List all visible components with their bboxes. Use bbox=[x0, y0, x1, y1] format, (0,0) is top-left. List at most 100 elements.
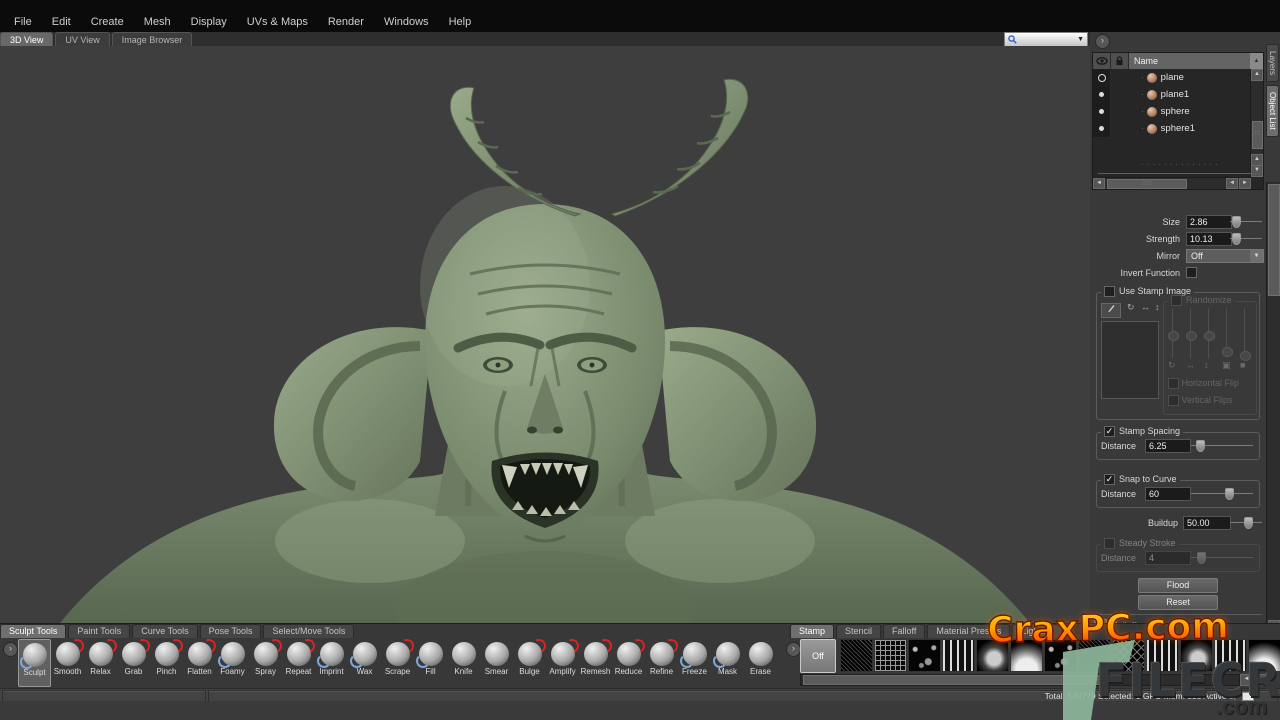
size-input[interactable]: 2.86 bbox=[1186, 215, 1232, 229]
tray-expand-button[interactable]: › bbox=[3, 642, 18, 657]
panel-expand-button[interactable]: › bbox=[1095, 34, 1110, 49]
stamp-off-button[interactable]: Off bbox=[800, 639, 836, 673]
object-list-vertical-scrollbar[interactable]: ▲ ∷ ▲ ▼ bbox=[1250, 69, 1263, 177]
strength-slider[interactable] bbox=[1230, 232, 1262, 244]
tool-repeat[interactable]: Repeat bbox=[282, 639, 315, 687]
stamp-expand-button[interactable]: › bbox=[786, 642, 801, 657]
tab-uv-view[interactable]: UV View bbox=[55, 32, 109, 47]
object-row-plane[interactable]: ·plane bbox=[1093, 69, 1263, 86]
stamp-thumbnail-box[interactable] bbox=[1101, 321, 1159, 399]
tool-scrape[interactable]: Scrape bbox=[381, 639, 414, 687]
tool-wax[interactable]: Wax bbox=[348, 639, 381, 687]
stamp-spacing-slider[interactable] bbox=[1191, 439, 1253, 451]
panel-grip[interactable]: · · · · · · · · · · · · · · bbox=[1120, 162, 1240, 168]
3d-viewport[interactable] bbox=[0, 46, 1091, 623]
slider-thumb[interactable] bbox=[1204, 331, 1215, 341]
visibility-toggle[interactable] bbox=[1093, 86, 1111, 103]
snap-distance-input[interactable]: 60 bbox=[1145, 487, 1191, 501]
side-tab-layers[interactable]: Layers bbox=[1266, 44, 1279, 82]
tool-flatten[interactable]: Flatten bbox=[183, 639, 216, 687]
stamp-tab-falloff[interactable]: Falloff bbox=[883, 624, 925, 638]
rotate-icon[interactable]: ↻ bbox=[1127, 302, 1135, 313]
stamp-thumbnail-1-noise[interactable] bbox=[840, 639, 873, 672]
tool-bulge[interactable]: Bulge bbox=[513, 639, 546, 687]
side-tab-object-list[interactable]: Object List bbox=[1266, 85, 1279, 137]
mirror-dropdown[interactable]: Off ▼ bbox=[1186, 249, 1264, 263]
tool-knife[interactable]: Knife bbox=[447, 639, 480, 687]
stamp-thumbnail-2-grid[interactable] bbox=[874, 639, 907, 672]
vertical-flip-checkbox[interactable] bbox=[1168, 395, 1179, 406]
scroll-down-button[interactable]: ▼ bbox=[1251, 165, 1263, 177]
use-stamp-image-checkbox[interactable] bbox=[1104, 286, 1115, 297]
menu-windows[interactable]: Windows bbox=[374, 13, 439, 32]
menu-create[interactable]: Create bbox=[81, 13, 134, 32]
stamp-spacing-checkbox[interactable]: ✓ bbox=[1104, 426, 1115, 437]
tool-grab[interactable]: Grab bbox=[117, 639, 150, 687]
flip-h-icon[interactable]: ↔ bbox=[1186, 360, 1195, 370]
buildup-input[interactable]: 50.00 bbox=[1183, 516, 1231, 530]
stamp-spacing-input[interactable]: 6.25 bbox=[1145, 439, 1191, 453]
randomize-slider-5[interactable] bbox=[1240, 308, 1250, 358]
randomize-slider-4[interactable] bbox=[1222, 308, 1232, 358]
tool-sculpt[interactable]: Sculpt bbox=[18, 639, 51, 687]
tool-smear[interactable]: Smear bbox=[480, 639, 513, 687]
strength-input[interactable]: 10.13 bbox=[1186, 232, 1232, 246]
sort-arrow-button[interactable]: ▲ bbox=[1250, 53, 1263, 69]
object-row-plane1[interactable]: ·plane1 bbox=[1093, 86, 1263, 103]
menu-help[interactable]: Help bbox=[439, 13, 482, 32]
steady-distance-slider[interactable] bbox=[1191, 551, 1253, 563]
tool-relax[interactable]: Relax bbox=[84, 639, 117, 687]
horizontal-flip-checkbox[interactable] bbox=[1168, 378, 1179, 389]
stamp-thumbnail-4-stripes[interactable] bbox=[942, 639, 975, 672]
stamp-thumbnail-3-scatter[interactable] bbox=[908, 639, 941, 672]
stamp-picker-button[interactable] bbox=[1101, 303, 1121, 318]
slider-thumb[interactable] bbox=[1186, 331, 1197, 341]
scrollbar-thumb[interactable]: ∷ bbox=[1252, 121, 1263, 149]
randomize-slider-1[interactable] bbox=[1168, 308, 1178, 358]
stamp-tab-stamp[interactable]: Stamp bbox=[790, 624, 834, 638]
tool-refine[interactable]: Refine bbox=[645, 639, 678, 687]
scroll-up-button[interactable]: ▲ bbox=[1251, 69, 1263, 81]
menu-mesh[interactable]: Mesh bbox=[134, 13, 181, 32]
randomize-slider-3[interactable] bbox=[1204, 308, 1214, 358]
steady-stroke-checkbox[interactable] bbox=[1104, 538, 1115, 549]
stamp-tab-stencil[interactable]: Stencil bbox=[836, 624, 881, 638]
object-row-sphere[interactable]: ·sphere bbox=[1093, 103, 1263, 120]
randomize-slider-2[interactable] bbox=[1186, 308, 1196, 358]
name-column-header[interactable]: Name bbox=[1129, 53, 1250, 69]
tray-tab-select-move-tools[interactable]: Select/Move Tools bbox=[263, 624, 354, 638]
menu-uvs-maps[interactable]: UVs & Maps bbox=[237, 13, 318, 32]
snap-to-curve-checkbox[interactable]: ✓ bbox=[1104, 474, 1115, 485]
randomize-checkbox[interactable] bbox=[1171, 295, 1182, 306]
camera-bookmark-dropdown[interactable]: ▼ bbox=[1004, 32, 1088, 47]
size-slider[interactable] bbox=[1230, 215, 1262, 227]
tray-tab-curve-tools[interactable]: Curve Tools bbox=[132, 624, 197, 638]
tray-tab-pose-tools[interactable]: Pose Tools bbox=[200, 624, 262, 638]
tab-image-browser[interactable]: Image Browser bbox=[112, 32, 193, 47]
tray-tab-sculpt-tools[interactable]: Sculpt Tools bbox=[0, 624, 66, 638]
tool-imprint[interactable]: Imprint bbox=[315, 639, 348, 687]
menu-edit[interactable]: Edit bbox=[42, 13, 81, 32]
flip-v-icon[interactable]: ↕ bbox=[1204, 360, 1209, 370]
tool-amplify[interactable]: Amplify bbox=[546, 639, 579, 687]
square-icon[interactable]: ■ bbox=[1240, 360, 1245, 370]
tool-erase[interactable]: Erase bbox=[744, 639, 777, 687]
snap-distance-slider[interactable] bbox=[1191, 487, 1253, 499]
flood-button[interactable]: Flood bbox=[1138, 578, 1218, 593]
tool-reduce[interactable]: Reduce bbox=[612, 639, 645, 687]
visibility-column-button[interactable] bbox=[1093, 53, 1111, 69]
menu-display[interactable]: Display bbox=[181, 13, 237, 32]
properties-scrollbar-thumb[interactable] bbox=[1268, 184, 1280, 296]
visibility-toggle[interactable] bbox=[1093, 120, 1111, 137]
tool-spray[interactable]: Spray bbox=[249, 639, 282, 687]
tool-mask[interactable]: Mask bbox=[711, 639, 744, 687]
tool-smooth[interactable]: Smooth bbox=[51, 639, 84, 687]
visibility-toggle[interactable] bbox=[1093, 69, 1111, 86]
lock-column-button[interactable] bbox=[1111, 53, 1129, 69]
slider-thumb[interactable] bbox=[1222, 347, 1233, 357]
tool-foamy[interactable]: Foamy bbox=[216, 639, 249, 687]
menu-file[interactable]: File bbox=[4, 13, 42, 32]
move-h-icon[interactable]: ↔ bbox=[1141, 302, 1150, 312]
steady-distance-input[interactable]: 4 bbox=[1145, 551, 1191, 565]
tool-fill[interactable]: Fill bbox=[414, 639, 447, 687]
